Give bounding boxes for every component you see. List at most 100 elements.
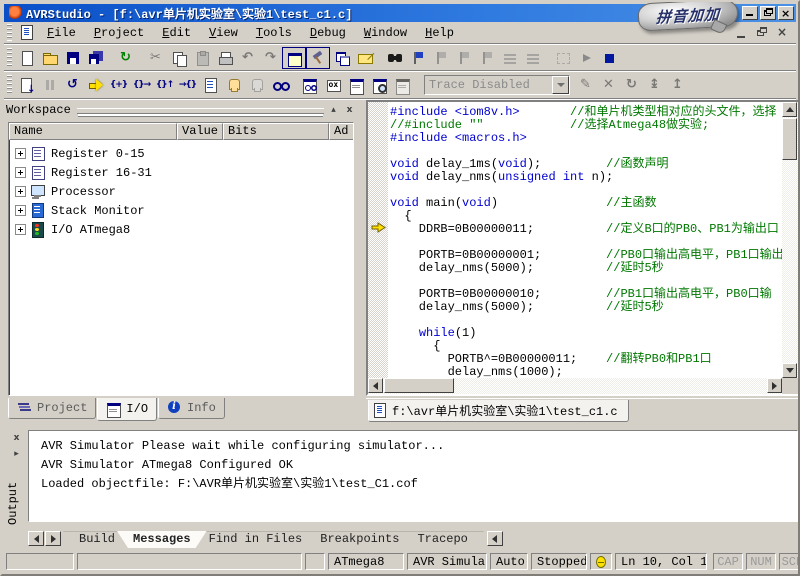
auto-step-button[interactable]	[199, 74, 222, 96]
output-tab-breakpoints[interactable]: Breakpoints	[304, 531, 415, 548]
open-file-button[interactable]	[38, 47, 61, 69]
scroll-top-button[interactable]: ↥	[666, 74, 689, 96]
find-button[interactable]	[383, 47, 406, 69]
workspace-tab-project[interactable]: Project	[8, 398, 96, 419]
break-button[interactable]	[222, 74, 245, 96]
mdi-restore-button[interactable]	[754, 26, 770, 40]
scroll-down-icon[interactable]	[782, 363, 797, 378]
toggle-bookmark-button[interactable]	[406, 47, 429, 69]
scroll-up-icon[interactable]	[782, 102, 797, 117]
menu-project[interactable]: Project	[85, 24, 153, 42]
stop-button[interactable]	[597, 47, 620, 69]
trace-pin-button[interactable]: ↻	[620, 74, 643, 96]
cascade-windows-button[interactable]	[330, 47, 353, 69]
editor-selection-margin[interactable]	[368, 102, 388, 378]
document-system-icon[interactable]	[19, 25, 34, 40]
expand-plus-icon[interactable]	[15, 205, 26, 216]
tabs-scroll-left2-icon[interactable]	[487, 531, 503, 546]
output-tab-messages[interactable]: Messages	[117, 531, 207, 548]
print-button[interactable]	[213, 47, 236, 69]
scroll-bottom-button[interactable]: ↨	[643, 74, 666, 96]
step-button[interactable]	[84, 74, 107, 96]
output-expand-icon[interactable]: ▸	[10, 448, 23, 460]
scroll-right-icon[interactable]	[767, 378, 782, 393]
scroll-left-icon[interactable]	[368, 378, 383, 393]
trace-window-button[interactable]	[551, 47, 574, 69]
menu-window[interactable]: Window	[355, 24, 416, 42]
editor-vertical-scrollbar[interactable]	[782, 102, 798, 378]
save-all-button[interactable]	[84, 47, 107, 69]
column-header-ad[interactable]: Ad	[329, 123, 354, 140]
menu-view[interactable]: View	[200, 24, 247, 42]
reset-button[interactable]: ↺	[61, 74, 84, 96]
workspace-tab-io[interactable]: I/O	[97, 398, 157, 421]
output-log[interactable]: AVR Simulator Please wait while configur…	[28, 430, 798, 522]
pause-button[interactable]	[38, 74, 61, 96]
outdent-button[interactable]	[521, 47, 544, 69]
find-in-files-button[interactable]	[353, 47, 376, 69]
step-into-button[interactable]: {+}	[107, 74, 130, 96]
vertical-scroll-thumb[interactable]	[782, 118, 797, 160]
output-close-icon[interactable]: x	[10, 432, 23, 444]
indent-button[interactable]	[498, 47, 521, 69]
cut-button[interactable]: ✂	[144, 47, 167, 69]
workspace-close-icon[interactable]: x	[343, 104, 356, 116]
build-button[interactable]	[306, 47, 330, 69]
code-text[interactable]: #include <iom8v.h> //和单片机类型相对应的头文件，选择//#…	[390, 104, 782, 378]
output-tab-tracepo[interactable]: Tracepo	[401, 531, 483, 548]
tree-item-i-o-atmega8[interactable]: I/O ATmega8	[9, 220, 353, 239]
copy-button[interactable]	[167, 47, 190, 69]
trace-clear-button[interactable]: ✕	[597, 74, 620, 96]
restore-button[interactable]	[760, 6, 776, 20]
tree-item-register-0-15[interactable]: Register 0-15	[9, 144, 353, 163]
reassemble-button[interactable]: ↻	[114, 47, 137, 69]
trace-edit-button[interactable]: ✎	[574, 74, 597, 96]
run-to-cursor-button[interactable]: →{}	[176, 74, 199, 96]
remove-breakpoints-button[interactable]	[245, 74, 268, 96]
tree-item-stack-monitor[interactable]: Stack Monitor	[9, 201, 353, 220]
prev-bookmark-button[interactable]	[452, 47, 475, 69]
minimize-button[interactable]	[742, 6, 758, 20]
ime-pinyin-badge[interactable]: 拼音加加	[637, 0, 738, 32]
trace-into-button[interactable]	[15, 74, 38, 96]
tabs-scroll-left-icon[interactable]	[28, 531, 44, 546]
tabs-scroll-right-icon[interactable]	[45, 531, 61, 546]
clear-bookmarks-button[interactable]	[475, 47, 498, 69]
column-header-bits[interactable]: Bits	[223, 123, 329, 140]
menu-help[interactable]: Help	[416, 24, 463, 42]
toggle-workspace-button[interactable]	[282, 47, 306, 69]
editor-horizontal-scrollbar[interactable]	[368, 378, 782, 394]
mdi-minimize-button[interactable]	[734, 26, 750, 40]
document-tab[interactable]: f:\avr单片机实验室\实验1\test_c1.c	[368, 400, 629, 422]
tree-item-processor[interactable]: Processor	[9, 182, 353, 201]
toolbar2-grip[interactable]	[7, 75, 12, 96]
quickwatch-button[interactable]	[268, 74, 291, 96]
close-button[interactable]: ×	[778, 6, 794, 20]
tree-item-register-16-31[interactable]: Register 16-31	[9, 163, 353, 182]
mdi-close-button[interactable]: ×	[774, 26, 790, 40]
step-out-button[interactable]: {}↑	[153, 74, 176, 96]
next-bookmark-button[interactable]	[429, 47, 452, 69]
expand-plus-icon[interactable]	[15, 186, 26, 197]
message-window-button[interactable]	[321, 74, 344, 96]
expand-plus-icon[interactable]	[15, 167, 26, 178]
menu-edit[interactable]: Edit	[153, 24, 200, 42]
code-editor[interactable]: #include <iom8v.h> //和单片机类型相对应的头文件，选择//#…	[366, 100, 800, 396]
workspace-tab-info[interactable]: Info	[158, 398, 225, 419]
expand-plus-icon[interactable]	[15, 148, 26, 159]
redo-button[interactable]: ↷	[259, 47, 282, 69]
save-button[interactable]	[61, 47, 84, 69]
chevron-down-icon[interactable]	[552, 76, 569, 94]
disassembler-window-button[interactable]	[390, 74, 413, 96]
watch-window-button[interactable]	[344, 74, 367, 96]
step-over-button[interactable]: {}→	[130, 74, 153, 96]
menu-tools[interactable]: Tools	[247, 24, 301, 42]
undo-button[interactable]: ↶	[236, 47, 259, 69]
expand-plus-icon[interactable]	[15, 224, 26, 235]
memory-window-button[interactable]	[367, 74, 390, 96]
trace-mode-select[interactable]: Trace Disabled	[424, 75, 570, 95]
workspace-pin-icon[interactable]: ▴	[327, 104, 340, 116]
horizontal-scroll-thumb[interactable]	[384, 378, 454, 393]
menu-debug[interactable]: Debug	[301, 24, 355, 42]
column-header-name[interactable]: Name	[9, 123, 177, 140]
